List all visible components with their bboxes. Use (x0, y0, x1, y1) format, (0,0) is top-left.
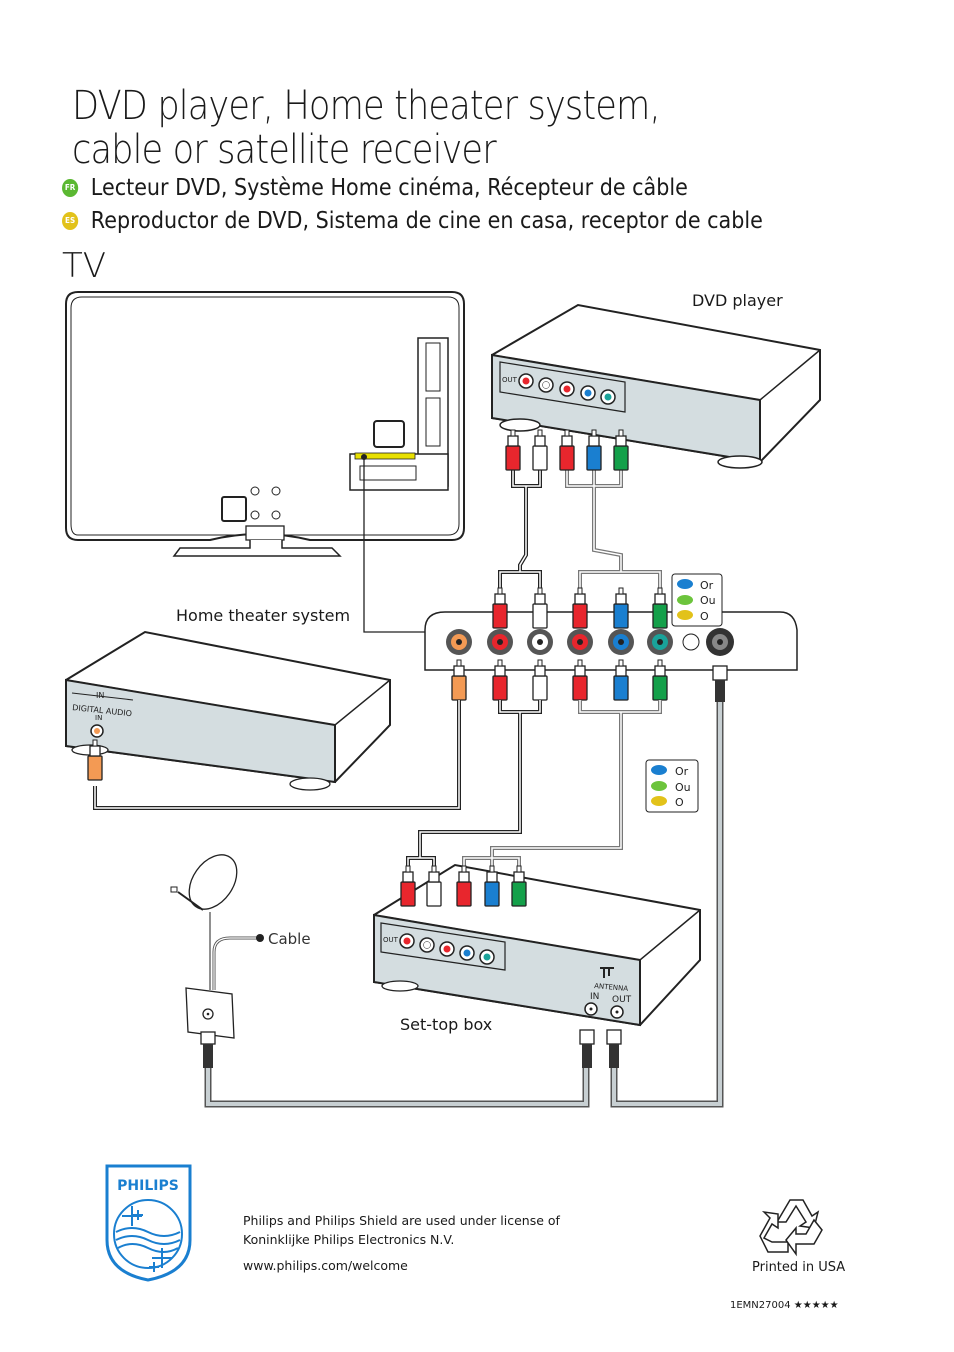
set-top-box-device: OUT ANTENNA IN OUT (373, 863, 701, 1027)
printed-in-label: Printed in USA (752, 1260, 846, 1275)
color-legend-bottom: Or Ou O (645, 759, 699, 813)
license-notice: Philips and Philips Shield are used unde… (243, 1211, 560, 1249)
dvd-plug-pb (586, 429, 602, 471)
svg-text:Ou: Ou (700, 594, 716, 607)
svg-text:Or: Or (675, 765, 689, 778)
dvd-out-label: OUT (502, 376, 518, 384)
cable-label: Cable (268, 930, 311, 948)
svg-text:O: O (700, 610, 709, 623)
svg-text:PHILIPS: PHILIPS (117, 1178, 179, 1194)
svg-text:Ou: Ou (675, 781, 691, 794)
svg-text:IN: IN (590, 992, 599, 1002)
home-theater-digital-audio-plug (87, 739, 103, 781)
license-line-1: Philips and Philips Shield are used unde… (243, 1213, 560, 1228)
home-theater-device: IN DIGITAL AUDIO IN (65, 630, 391, 791)
home-theater-connector-panel (424, 611, 798, 671)
svg-text:Or: Or (700, 579, 714, 592)
dvd-cables (498, 470, 662, 588)
svg-text:OUT: OUT (612, 995, 632, 1005)
license-line-2: Koninklijke Philips Electronics N.V. (243, 1232, 455, 1247)
website-link[interactable]: www.philips.com/welcome (243, 1256, 408, 1275)
tv-back-panel (65, 291, 465, 557)
svg-text:O: O (675, 796, 684, 809)
dvd-plug-pr (559, 429, 575, 471)
document-code: 1EMN27004 ★★★★★ (730, 1300, 839, 1311)
set-top-box-label: Set-top box (400, 1015, 492, 1034)
satellite-dish-icon (170, 854, 264, 990)
svg-text:IN: IN (96, 691, 104, 700)
svg-text:IN: IN (95, 714, 102, 722)
dvd-player-label: DVD player (692, 291, 783, 310)
connection-diagram: OUT DVD player Or Ou O Or Ou O IN DIGITA… (65, 291, 823, 1282)
svg-text:OUT: OUT (383, 936, 399, 944)
home-theater-label: Home theater system (176, 606, 350, 625)
dvd-plug-r (505, 429, 521, 471)
color-legend-top: Or Ou O (671, 573, 723, 627)
dvd-plug-y (613, 429, 629, 471)
recycle-icon (759, 1199, 823, 1257)
philips-shield-logo: PHILIPS (105, 1164, 192, 1282)
wall-outlet-icon (185, 987, 235, 1068)
dvd-plug-l (532, 429, 548, 471)
